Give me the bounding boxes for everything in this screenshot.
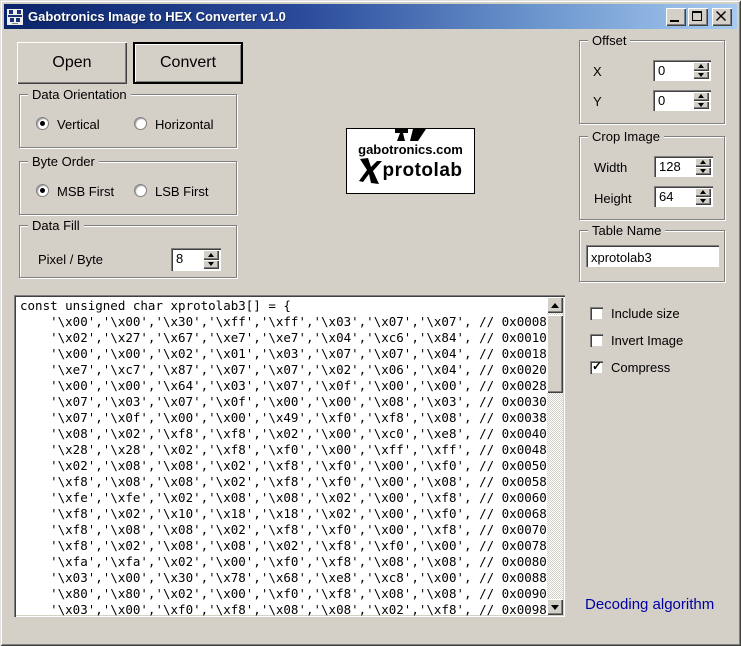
crop-height-value: 64: [659, 189, 674, 204]
data-fill-group: Data Fill Pixel / Byte 8: [19, 218, 237, 278]
radio-msb-first[interactable]: [36, 184, 49, 197]
crop-width-down-button[interactable]: [695, 166, 711, 175]
crop-height-label: Height: [594, 191, 632, 206]
invert-image-label: Invert Image: [611, 333, 684, 348]
offset-x-down-button[interactable]: [693, 70, 709, 79]
offset-x-spinner: 0: [653, 60, 711, 81]
hex-output-textbox[interactable]: const unsigned char xprotolab3[] = { '\x…: [14, 295, 565, 617]
radio-horizontal-label: Horizontal: [155, 117, 214, 132]
scrollbar-down-button[interactable]: [547, 599, 563, 615]
radio-msb-first-label: MSB First: [57, 184, 115, 199]
crop-height-up-button[interactable]: [695, 188, 711, 197]
radio-lsb-first-label: LSB First: [155, 184, 209, 199]
crop-width-value: 128: [659, 159, 681, 174]
data-fill-group-label: Data Fill: [28, 218, 84, 233]
offset-y-updown: [693, 92, 709, 109]
image-preview: gabotronics.com protolab: [346, 128, 475, 194]
spinner-up-icon: [698, 94, 704, 99]
output-scrollbar[interactable]: [547, 297, 563, 615]
invert-image-row: Invert Image: [590, 333, 735, 349]
include-size-checkbox[interactable]: [590, 307, 603, 320]
scrollbar-up-icon: [551, 302, 559, 308]
spinner-down-icon: [208, 262, 214, 267]
pixel-per-byte-spinner: 8: [171, 248, 221, 271]
radio-horizontal[interactable]: [134, 117, 147, 130]
crop-width-updown: [695, 158, 711, 175]
include-size-row: Include size: [590, 306, 735, 322]
offset-y-spinner: 0: [653, 90, 711, 111]
spinner-up-icon: [698, 64, 704, 69]
spinner-down-icon: [698, 102, 704, 107]
pixel-per-byte-updown: [203, 250, 219, 269]
spinner-up-icon: [700, 190, 706, 195]
data-orientation-group: Data Orientation Vertical Horizontal: [19, 87, 237, 148]
radio-lsb-first[interactable]: [134, 184, 147, 197]
offset-x-value: 0: [658, 63, 666, 78]
table-name-input[interactable]: [586, 245, 719, 267]
app-window: Gabotronics Image to HEX Converter v1.0 …: [0, 0, 741, 646]
table-name-group-label: Table Name: [588, 223, 666, 238]
data-orientation-group-label: Data Orientation: [28, 87, 131, 102]
open-button-label: Open: [52, 54, 92, 71]
titlebar[interactable]: Gabotronics Image to HEX Converter v1.0: [4, 4, 737, 29]
crop-width-up-button[interactable]: [695, 158, 711, 167]
pixel-per-byte-label: Pixel / Byte: [38, 252, 104, 267]
offset-x-label: X: [593, 64, 602, 79]
compress-checkbox[interactable]: [590, 359, 603, 374]
include-size-label: Include size: [611, 306, 680, 321]
preview-product-text: protolab: [382, 160, 463, 181]
maximize-icon: [692, 11, 702, 21]
spinner-down-icon: [700, 168, 706, 173]
offset-x-up-button[interactable]: [693, 62, 709, 71]
compress-label: Compress: [611, 360, 671, 375]
offset-x-updown: [693, 62, 709, 79]
minimize-button[interactable]: [666, 8, 686, 26]
crop-height-updown: [695, 188, 711, 205]
offset-group: Offset X 0 Y 0: [579, 33, 725, 124]
app-icon: [7, 8, 23, 25]
crop-image-group: Crop Image Width 128 Height 64: [579, 129, 725, 220]
preview-site-text: gabotronics.com: [358, 142, 463, 157]
preview-brand: protolab: [347, 158, 474, 184]
crop-height-spinner: 64: [654, 186, 713, 207]
convert-button-label: Convert: [159, 54, 217, 71]
open-button[interactable]: Open: [17, 42, 127, 84]
spinner-down-icon: [700, 198, 706, 203]
compress-row: Compress: [590, 359, 735, 376]
scrollbar-up-button[interactable]: [547, 297, 563, 313]
crop-width-spinner: 128: [654, 156, 713, 177]
radio-vertical[interactable]: [36, 117, 49, 130]
table-name-group: Table Name: [579, 223, 725, 282]
invert-image-checkbox[interactable]: [590, 334, 603, 347]
radio-vertical-label: Vertical: [57, 117, 100, 132]
maximize-button[interactable]: [688, 8, 708, 26]
close-button[interactable]: [712, 8, 732, 26]
hex-output-code: const unsigned char xprotolab3[] = { '\x…: [20, 298, 547, 617]
scrollbar-down-icon: [551, 604, 559, 610]
decoding-algorithm-link[interactable]: Decoding algorithm: [585, 596, 714, 613]
brand-x-icon: [358, 158, 382, 184]
pixel-per-byte-down-button[interactable]: [203, 259, 219, 269]
offset-group-label: Offset: [588, 33, 631, 48]
close-icon: [716, 11, 726, 21]
byte-order-group-label: Byte Order: [28, 154, 99, 169]
crop-image-group-label: Crop Image: [588, 129, 664, 144]
logo-top-icon: [394, 129, 426, 141]
offset-y-value: 0: [658, 93, 666, 108]
offset-y-label: Y: [593, 94, 602, 109]
offset-y-up-button[interactable]: [693, 92, 709, 101]
crop-width-label: Width: [594, 160, 628, 175]
scrollbar-thumb[interactable]: [547, 315, 563, 393]
offset-y-down-button[interactable]: [693, 100, 709, 109]
window-title: Gabotronics Image to HEX Converter v1.0: [28, 9, 286, 24]
pixel-per-byte-value: 8: [176, 251, 184, 266]
minimize-icon: [670, 20, 679, 22]
byte-order-group: Byte Order MSB First LSB First: [19, 154, 237, 215]
pixel-per-byte-up-button[interactable]: [203, 250, 219, 260]
spinner-up-icon: [700, 160, 706, 165]
convert-button[interactable]: Convert: [133, 42, 243, 84]
spinner-down-icon: [698, 72, 704, 77]
crop-height-down-button[interactable]: [695, 196, 711, 205]
spinner-up-icon: [208, 252, 214, 257]
